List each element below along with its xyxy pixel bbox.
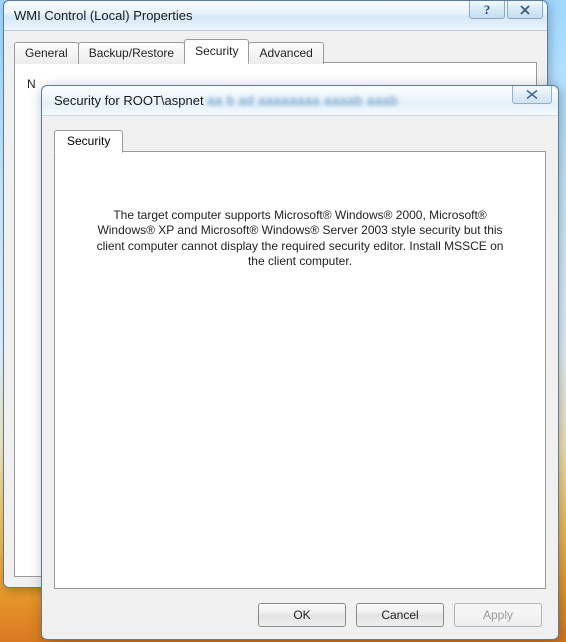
- ok-button[interactable]: OK: [258, 603, 346, 627]
- message-text: The target computer supports Microsoft® …: [89, 208, 511, 269]
- obscured-text-fragment: N: [27, 77, 36, 91]
- child-title-blurred: aa b ad aaaaaaaa aaaab aaab: [207, 93, 398, 108]
- child-title: Security for ROOT\aspnet aa b ad aaaaaaa…: [54, 93, 512, 108]
- desktop-background: WMI Control (Local) Properties ? General…: [0, 0, 566, 642]
- tab-backup-restore[interactable]: Backup/Restore: [78, 42, 185, 64]
- child-button-row: OK Cancel Apply: [258, 603, 542, 627]
- parent-titlebar-buttons: ?: [469, 1, 547, 30]
- tab-general[interactable]: General: [14, 42, 79, 64]
- security-for-root-dialog: Security for ROOT\aspnet aa b ad aaaaaaa…: [41, 85, 559, 640]
- child-tab-security[interactable]: Security: [54, 130, 123, 153]
- tab-advanced[interactable]: Advanced: [248, 42, 323, 64]
- child-tabpane: The target computer supports Microsoft® …: [54, 151, 546, 589]
- help-icon: ?: [484, 2, 491, 18]
- child-close-button[interactable]: [512, 86, 552, 104]
- apply-button: Apply: [454, 603, 542, 627]
- cancel-button[interactable]: Cancel: [356, 603, 444, 627]
- child-title-text: Security for ROOT\aspnet: [54, 93, 204, 108]
- parent-tabstrip: General Backup/Restore Security Advanced: [14, 39, 537, 63]
- close-icon: [519, 5, 531, 15]
- help-button[interactable]: ?: [469, 1, 505, 19]
- close-icon: [523, 89, 541, 100]
- child-titlebar[interactable]: Security for ROOT\aspnet aa b ad aaaaaaa…: [42, 86, 558, 116]
- parent-titlebar[interactable]: WMI Control (Local) Properties ?: [4, 1, 547, 31]
- child-tabstrip: Security: [54, 128, 546, 152]
- close-button[interactable]: [507, 1, 543, 19]
- tab-security[interactable]: Security: [184, 39, 249, 63]
- parent-title: WMI Control (Local) Properties: [14, 8, 469, 23]
- child-body: Security The target computer supports Mi…: [54, 128, 546, 589]
